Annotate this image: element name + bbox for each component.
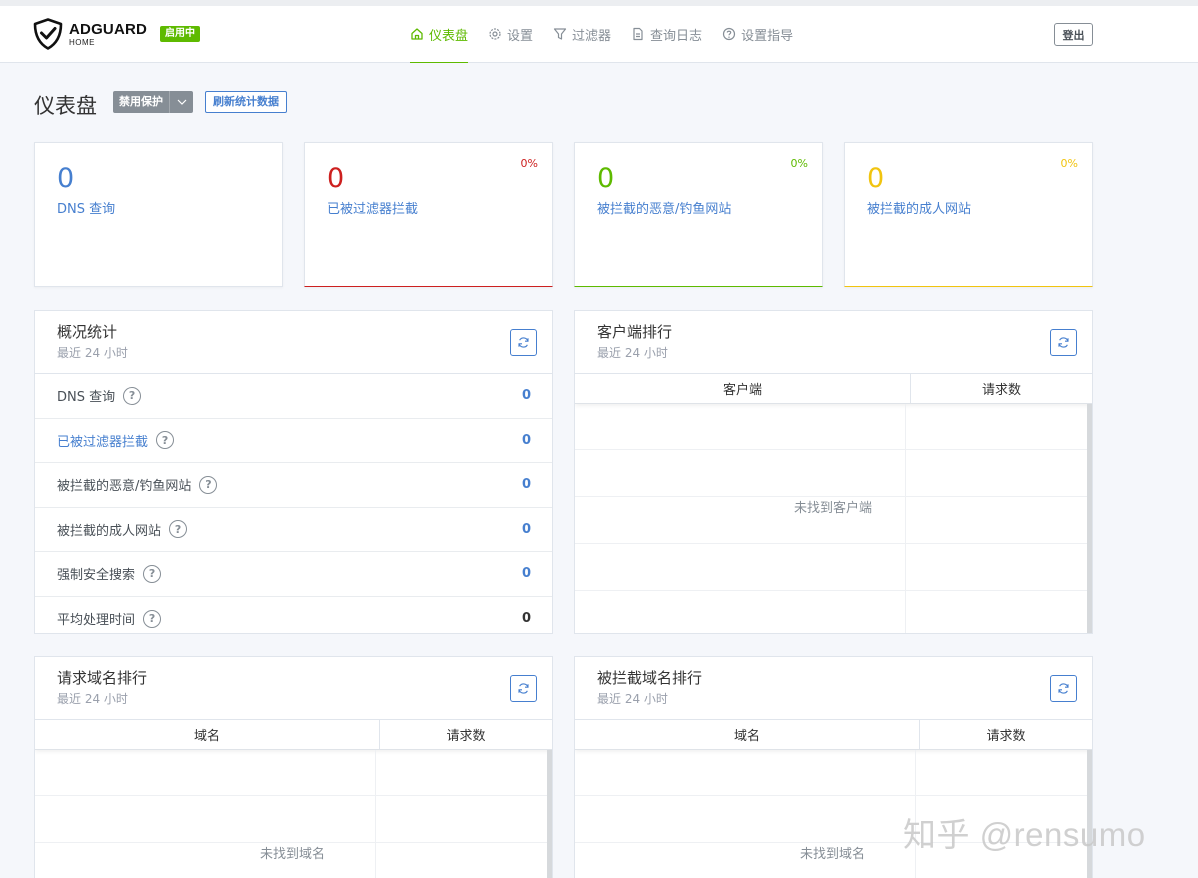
- logo-subtitle: HOME: [69, 37, 95, 47]
- main-nav: 仪表盘 设置 过滤器 查询日志 设置指导: [410, 6, 813, 63]
- table-body: 未找到域名: [35, 750, 552, 878]
- column-header-requests[interactable]: 请求数: [380, 720, 552, 749]
- panel-subtitle: 最近 24 小时: [597, 692, 668, 706]
- adguard-logo[interactable]: ADGUARD HOME: [33, 18, 147, 50]
- logo-title: ADGUARD: [69, 20, 148, 38]
- refresh-icon[interactable]: [1050, 675, 1077, 702]
- scrollbar[interactable]: [1087, 404, 1092, 633]
- table-header: 域名 请求数: [35, 720, 552, 750]
- stat-percent: 0%: [520, 157, 538, 170]
- stats-row-label: 强制安全搜索: [57, 568, 136, 584]
- stats-row-label: 已被过滤器拦截: [57, 434, 149, 450]
- stat-value: 0: [597, 163, 615, 194]
- page-title: 仪表盘: [34, 94, 97, 118]
- stat-percent: 0%: [790, 157, 808, 170]
- stats-row-safe-search: 强制安全搜索 ? 0: [35, 552, 552, 597]
- home-icon: [411, 28, 423, 40]
- help-icon[interactable]: ?: [143, 564, 162, 583]
- refresh-icon[interactable]: [510, 329, 537, 356]
- stats-row-label: 被拦截的恶意/钓鱼网站: [57, 479, 192, 495]
- stat-value: 0: [57, 163, 75, 194]
- nav-dashboard[interactable]: 仪表盘: [410, 6, 469, 63]
- nav-setup-guide-label: 设置指导: [741, 28, 794, 44]
- app-header: ADGUARD HOME 启用中 仪表盘 设置 过滤器 查询日志 设置指导 登出: [0, 6, 1198, 63]
- stats-row-value: 0: [521, 432, 531, 448]
- panel-title: 客户端排行: [597, 323, 673, 341]
- nav-query-log[interactable]: 查询日志: [631, 6, 702, 63]
- stat-card-blocked-filters: 0% 0 已被过滤器拦截: [304, 142, 553, 287]
- stats-row-value: 0: [521, 477, 531, 493]
- stat-label: 被拦截的恶意/钓鱼网站: [597, 202, 732, 217]
- shield-check-icon: [33, 18, 63, 50]
- nav-query-log-label: 查询日志: [650, 28, 703, 44]
- column-header-requests[interactable]: 请求数: [911, 374, 1092, 403]
- stat-card-blocked-malware: 0% 0 被拦截的恶意/钓鱼网站: [574, 142, 823, 287]
- column-header-domain[interactable]: 域名: [575, 720, 920, 749]
- help-icon[interactable]: ?: [123, 386, 142, 405]
- refresh-icon[interactable]: [1050, 329, 1077, 356]
- stat-value: 0: [327, 163, 345, 194]
- empty-message: 未找到域名: [794, 843, 872, 862]
- help-icon[interactable]: ?: [169, 520, 188, 539]
- stats-row-blocked-filters: 已被过滤器拦截 ? 0: [35, 419, 552, 463]
- panel-title: 概况统计: [57, 323, 118, 341]
- column-header-domain[interactable]: 域名: [35, 720, 380, 749]
- table-header: 客户端 请求数: [575, 374, 1092, 404]
- stats-row-avg-time: 平均处理时间 ? 0: [35, 597, 552, 634]
- column-header-client[interactable]: 客户端: [575, 374, 911, 403]
- nav-filters-label: 过滤器: [572, 28, 612, 44]
- panel-title: 被拦截域名排行: [597, 669, 703, 687]
- disable-protection-button[interactable]: 禁用保护: [113, 91, 193, 113]
- stat-label: DNS 查询: [57, 202, 116, 217]
- general-stats-panel: 概况统计 最近 24 小时 DNS 查询 ? 0 已被过滤器拦截 ? 0 被拦截…: [34, 310, 553, 634]
- panel-subtitle: 最近 24 小时: [57, 346, 128, 360]
- nav-filters[interactable]: 过滤器: [553, 6, 611, 63]
- stats-row-blocked-malware: 被拦截的恶意/钓鱼网站 ? 0: [35, 463, 552, 508]
- stats-row-dns-queries: DNS 查询 ? 0: [35, 374, 552, 419]
- document-icon: [633, 27, 643, 41]
- protection-status-badge: 启用中: [160, 26, 200, 42]
- help-circle-icon: [722, 27, 736, 41]
- watermark: 知乎 @rensumo: [903, 816, 1146, 853]
- stats-row-value: 0: [521, 566, 531, 582]
- stat-label: 已被过滤器拦截: [327, 202, 419, 217]
- empty-message: 未找到域名: [254, 843, 332, 862]
- stats-row-value: 0: [521, 521, 531, 537]
- stats-row-blocked-adult: 被拦截的成人网站 ? 0: [35, 508, 552, 552]
- stats-row-value: 0: [521, 388, 531, 404]
- panel-subtitle: 最近 24 小时: [597, 346, 668, 360]
- nav-dashboard-label: 仪表盘: [429, 28, 469, 44]
- help-icon[interactable]: ?: [156, 431, 175, 450]
- disable-protection-label: 禁用保护: [119, 95, 163, 108]
- stats-row-label: DNS 查询: [57, 390, 116, 406]
- stats-row-label: 被拦截的成人网站: [57, 523, 162, 539]
- panel-subtitle: 最近 24 小时: [57, 692, 128, 706]
- top-clients-panel: 客户端排行 最近 24 小时 客户端 请求数 未找到客户端: [574, 310, 1093, 634]
- gear-icon: [489, 28, 501, 40]
- stat-card-dns-queries: 0 DNS 查询: [34, 142, 283, 287]
- stat-percent: 0%: [1060, 157, 1078, 170]
- scrollbar[interactable]: [547, 750, 552, 878]
- table-body: 未找到客户端: [575, 404, 1092, 633]
- empty-message: 未找到客户端: [788, 497, 879, 516]
- top-domains-panel: 请求域名排行 最近 24 小时 域名 请求数 未找到域名: [34, 656, 553, 878]
- panel-title: 请求域名排行: [57, 669, 148, 687]
- refresh-stats-button[interactable]: 刷新统计数据: [205, 91, 287, 113]
- column-header-requests[interactable]: 请求数: [920, 720, 1092, 749]
- table-header: 域名 请求数: [575, 720, 1092, 750]
- chevron-down-icon[interactable]: [169, 91, 193, 113]
- stat-card-blocked-adult: 0% 0 被拦截的成人网站: [844, 142, 1093, 287]
- nav-settings[interactable]: 设置: [488, 6, 533, 63]
- filter-icon: [553, 28, 567, 40]
- stats-row-label: 平均处理时间: [57, 613, 136, 629]
- nav-settings-label: 设置: [507, 28, 534, 44]
- stat-value: 0: [867, 163, 885, 194]
- logout-button[interactable]: 登出: [1054, 23, 1093, 46]
- help-icon[interactable]: ?: [199, 475, 218, 494]
- refresh-icon[interactable]: [510, 675, 537, 702]
- stats-row-value: 0: [521, 611, 531, 627]
- help-icon[interactable]: ?: [143, 609, 162, 628]
- nav-setup-guide[interactable]: 设置指导: [722, 6, 793, 63]
- stat-label: 被拦截的成人网站: [867, 202, 972, 217]
